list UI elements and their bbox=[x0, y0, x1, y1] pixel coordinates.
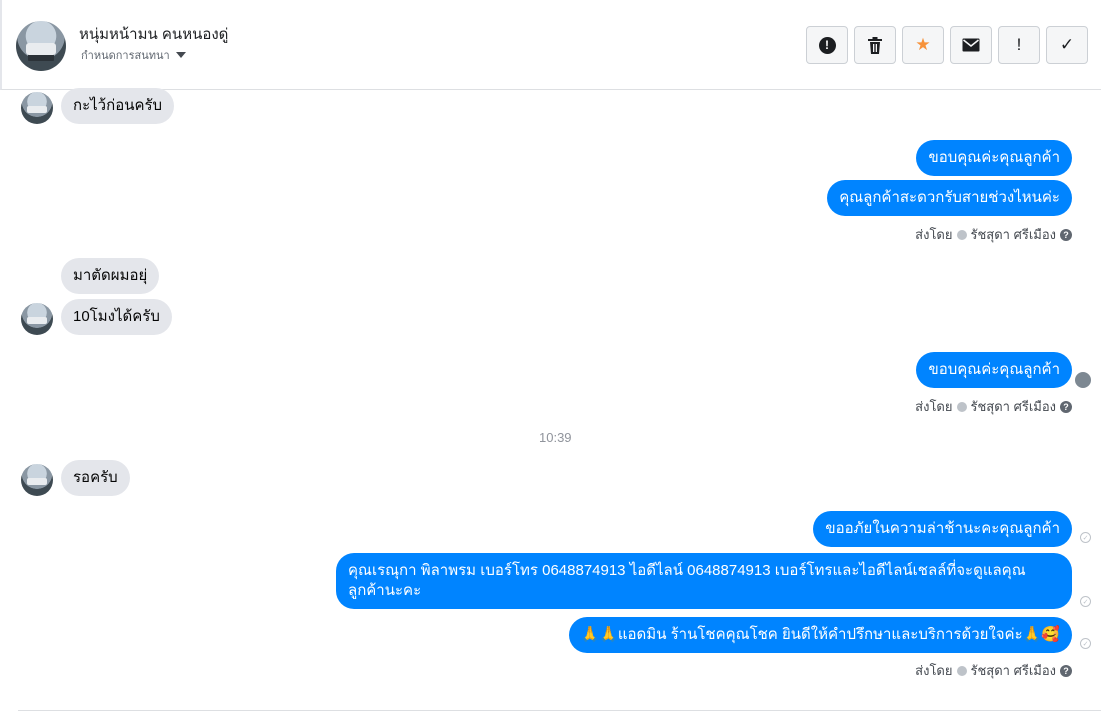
sent-by-info: ส่งโดย รัชสุดา ศรีเมือง ? bbox=[915, 224, 1072, 245]
report-spam-icon: ! bbox=[818, 36, 836, 54]
seen-avatar bbox=[1075, 372, 1091, 388]
mark-important-icon: ! bbox=[1016, 35, 1022, 54]
incoming-message[interactable]: รอครับ bbox=[61, 460, 130, 496]
sender-avatar[interactable] bbox=[21, 464, 53, 496]
conversation-setting-label: กำหนดการสนทนา bbox=[81, 50, 170, 62]
sent-by-label: ส่งโดย bbox=[915, 399, 953, 414]
trash-icon bbox=[868, 36, 882, 54]
sent-by-label: ส่งโดย bbox=[915, 663, 953, 678]
outgoing-message[interactable]: 🙏🙏แอดมิน ร้านโชคคุณโชค ยินดีให้คำปรึกษาแ… bbox=[568, 617, 1072, 653]
star-icon: ★ bbox=[915, 35, 931, 54]
outgoing-message[interactable]: คุณลูกค้าสะดวกรับสายช่วงไหนค่ะ bbox=[827, 180, 1072, 216]
sender-name[interactable]: รัชสุดา ศรีเมือง bbox=[971, 224, 1057, 245]
sender-avatar[interactable] bbox=[21, 303, 53, 335]
sender-name[interactable]: รัชสุดา ศรีเมือง bbox=[971, 396, 1057, 417]
mail-icon bbox=[962, 38, 980, 52]
mark-important-button[interactable]: ! bbox=[998, 26, 1040, 64]
sender-avatar[interactable] bbox=[21, 92, 53, 124]
help-icon[interactable]: ? bbox=[1060, 228, 1072, 241]
chevron-down-icon bbox=[175, 52, 186, 58]
outgoing-message[interactable]: ขอบคุณค่ะคุณลูกค้า bbox=[916, 140, 1072, 176]
outgoing-message[interactable]: คุณเรณุกา พิลาพรม เบอร์โทร 0648874913 ไอ… bbox=[336, 553, 1072, 609]
conversation-setting-dropdown[interactable]: กำหนดการสนทนา bbox=[81, 46, 186, 64]
delivered-check-icon: ✓ bbox=[1080, 532, 1091, 543]
sent-by-info: ส่งโดย รัชสุดา ศรีเมือง ? bbox=[915, 660, 1072, 681]
page-icon bbox=[956, 401, 967, 412]
contact-avatar[interactable] bbox=[16, 21, 66, 71]
report-spam-button[interactable]: ! bbox=[806, 26, 848, 64]
composer-divider bbox=[18, 710, 1101, 711]
toolbar: ! ★ ! ✓ bbox=[806, 26, 1088, 64]
star-button[interactable]: ★ bbox=[902, 26, 944, 64]
mark-unread-button[interactable] bbox=[950, 26, 992, 64]
contact-name[interactable]: หนุ่มหน้ามน คนหนองดู่ bbox=[79, 22, 228, 46]
delivered-check-icon: ✓ bbox=[1080, 638, 1091, 649]
incoming-message[interactable]: 10โมงได้ครับ bbox=[61, 299, 172, 335]
sent-by-label: ส่งโดย bbox=[915, 227, 953, 242]
page-icon bbox=[956, 229, 967, 240]
conversation-header: หนุ่มหน้ามน คนหนองดู่ กำหนดการสนทนา ! ★ bbox=[0, 0, 1101, 90]
incoming-message[interactable]: กะไว้ก่อนครับ bbox=[61, 88, 175, 124]
mark-done-button[interactable]: ✓ bbox=[1046, 26, 1088, 64]
help-icon[interactable]: ? bbox=[1060, 664, 1072, 677]
delete-button[interactable] bbox=[854, 26, 896, 64]
done-check-icon: ✓ bbox=[1059, 35, 1075, 54]
message-timestamp: 10:39 bbox=[539, 430, 572, 445]
sent-by-info: ส่งโดย รัชสุดา ศรีเมือง ? bbox=[915, 396, 1072, 417]
incoming-message[interactable]: มาตัดผมอยุ่ bbox=[61, 258, 160, 294]
page-icon bbox=[956, 665, 967, 676]
delivered-check-icon: ✓ bbox=[1080, 596, 1091, 607]
help-icon[interactable]: ? bbox=[1060, 400, 1072, 413]
sender-name[interactable]: รัชสุดา ศรีเมือง bbox=[971, 660, 1057, 681]
outgoing-message[interactable]: ขอบคุณค่ะคุณลูกค้า bbox=[916, 352, 1072, 388]
outgoing-message[interactable]: ขออภัยในความล่าช้านะคะคุณลูกค้า bbox=[813, 511, 1072, 547]
